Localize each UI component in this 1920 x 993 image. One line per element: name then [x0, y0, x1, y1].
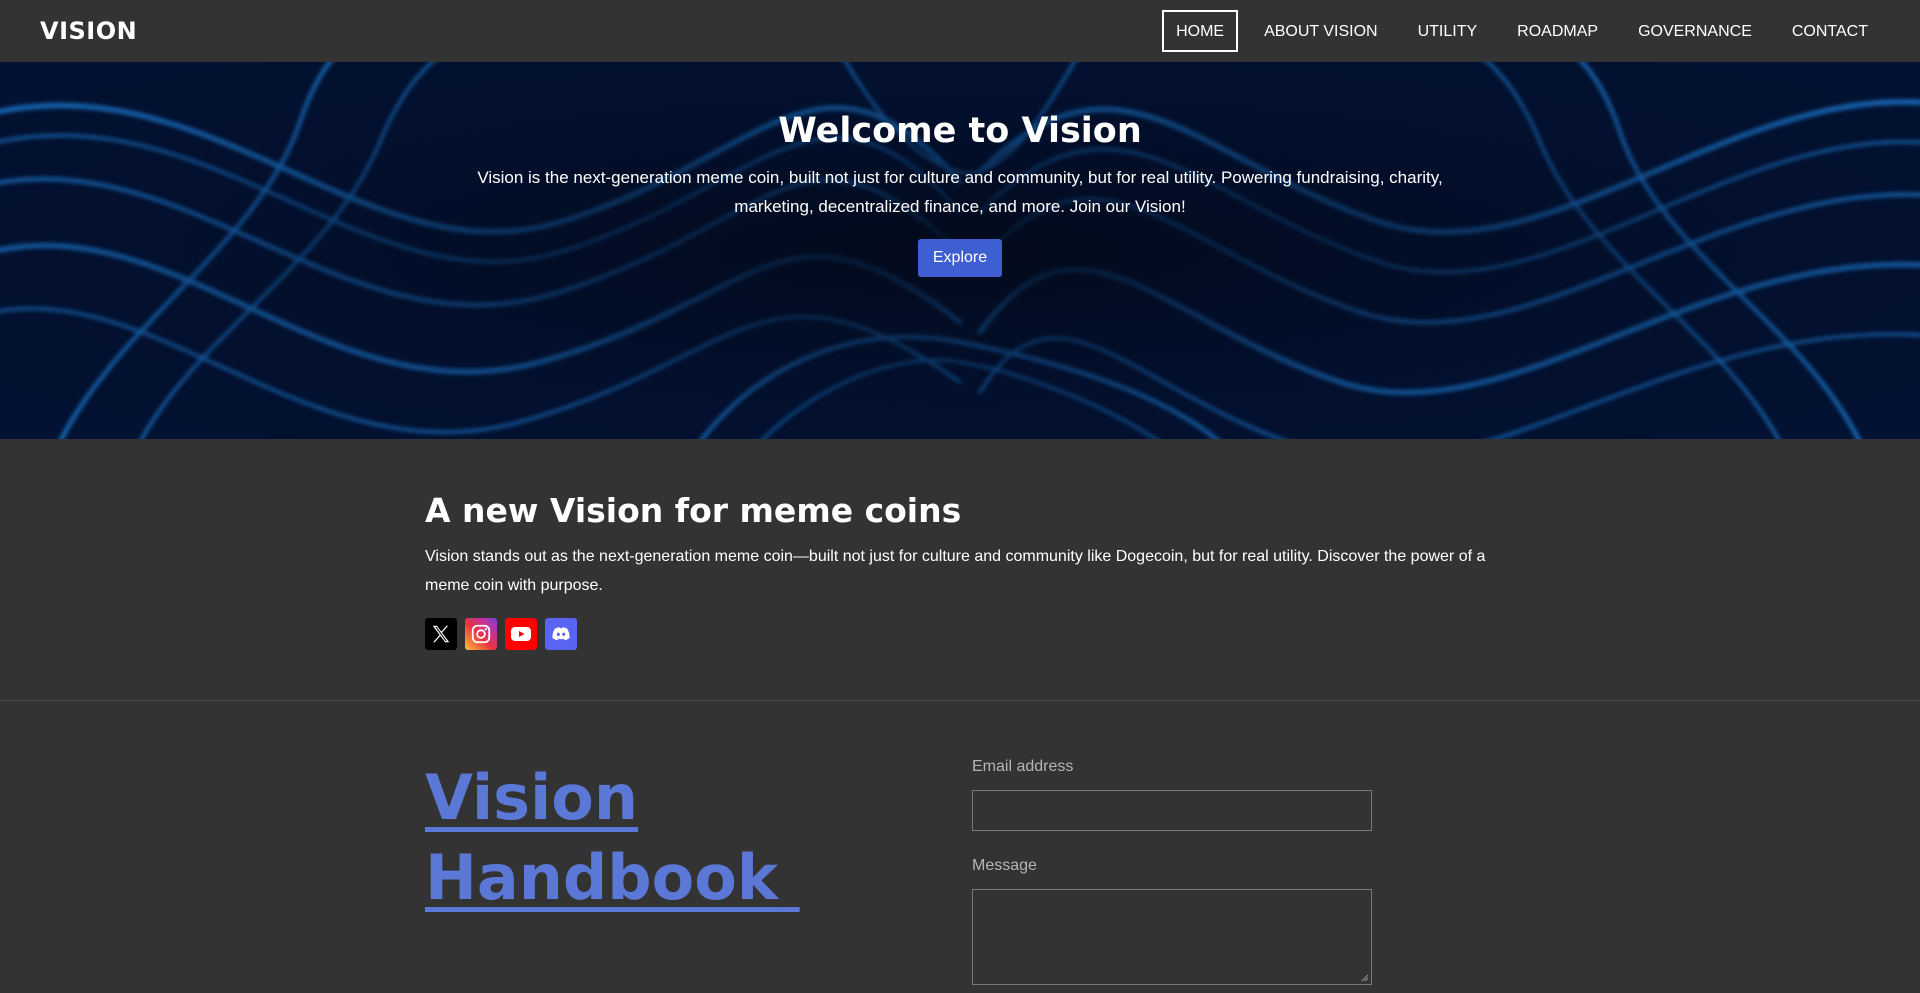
about-description: Vision stands out as the next-generation…	[425, 548, 1486, 594]
main-nav: HOME ABOUT VISION UTILITY ROADMAP GOVERN…	[1150, 10, 1882, 52]
nav-governance[interactable]: GOVERNANCE	[1624, 10, 1766, 52]
explore-button[interactable]: Explore	[917, 239, 1003, 277]
discord-icon[interactable]	[545, 618, 577, 650]
email-field[interactable]	[972, 790, 1372, 831]
instagram-icon[interactable]	[465, 618, 497, 650]
social-links	[425, 618, 1505, 650]
nav-contact[interactable]: CONTACT	[1778, 10, 1882, 52]
nav-utility[interactable]: UTILITY	[1404, 10, 1492, 52]
resize-grip-icon[interactable]	[1361, 974, 1369, 982]
handbook-line-2: Handbook	[425, 841, 779, 914]
nav-home[interactable]: HOME	[1162, 10, 1239, 52]
navbar: VISION HOME ABOUT VISION UTILITY ROADMAP…	[0, 0, 1920, 62]
message-field[interactable]	[972, 889, 1372, 985]
message-label: Message	[972, 857, 1037, 874]
nav-about-vision[interactable]: ABOUT VISION	[1250, 10, 1392, 52]
hero-title: Welcome to Vision	[778, 111, 1142, 151]
about-content: A new Vision for meme coins Vision stand…	[425, 491, 1505, 650]
hero-content: Welcome to Vision Vision is the next-gen…	[0, 62, 1920, 277]
youtube-icon[interactable]	[505, 618, 537, 650]
handbook-contact-section: Vision Handbook Email address Message	[0, 702, 1920, 993]
hero-description: Vision is the next-generation meme coin,…	[477, 168, 1443, 216]
about-title: A new Vision for meme coins	[425, 491, 962, 530]
hero-section: Welcome to Vision Vision is the next-gen…	[0, 62, 1920, 439]
contact-form: Email address Message	[972, 758, 1372, 985]
handbook-line-1: Vision	[425, 761, 639, 834]
x-icon[interactable]	[425, 618, 457, 650]
about-section: A new Vision for meme coins Vision stand…	[0, 439, 1920, 701]
email-label: Email address	[972, 758, 1074, 775]
nav-roadmap[interactable]: ROADMAP	[1503, 10, 1612, 52]
handbook-link[interactable]: Vision Handbook	[425, 758, 845, 918]
brand-logo[interactable]: VISION	[40, 17, 137, 45]
